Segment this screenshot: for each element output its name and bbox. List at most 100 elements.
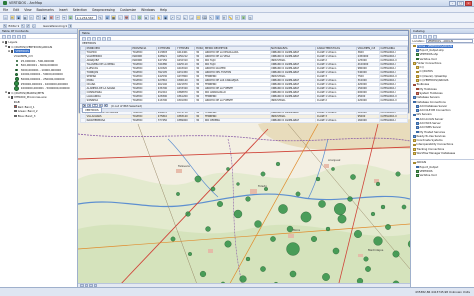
copy-icon[interactable]: ❐ [35, 15, 41, 20]
editor-toolbar-icon[interactable]: ✎ [98, 15, 103, 20]
catalog-up-icon[interactable] [423, 34, 427, 39]
menu-selection[interactable]: Selection [73, 8, 87, 12]
select-elements-icon[interactable]: ↖ [208, 15, 214, 20]
forward-extent-icon[interactable]: → [189, 15, 194, 20]
table-cell[interactable]: 4389000 [175, 117, 196, 123]
map-scale-input[interactable]: 1:1.234.567 [74, 15, 97, 20]
vertido-point [325, 226, 331, 232]
vertices-icon[interactable]: ◇ [31, 23, 36, 28]
identify-icon[interactable]: i [215, 15, 220, 20]
column-header[interactable]: HUSO [194, 45, 205, 51]
menu-insert[interactable]: Insert [59, 8, 68, 12]
sketch-icon[interactable]: ✐ [26, 23, 31, 28]
table-row[interactable]: NAVAHERMOSA TOLEDO 377450 4389000 30 RIO CEDE… [79, 117, 409, 123]
georeferencing-dropdown[interactable]: Georeferencing ▾ [43, 24, 67, 28]
redo-icon[interactable]: ↷ [61, 15, 67, 20]
table-cell[interactable]: RIO CEDENA [203, 117, 271, 123]
delete-selected-icon[interactable] [107, 36, 111, 41]
list-by-source-icon[interactable] [7, 34, 11, 39]
go-to-xy-icon[interactable]: ⌖ [241, 15, 246, 20]
list-by-visibility-icon[interactable] [12, 34, 16, 39]
minimize-button[interactable]: – [449, 1, 456, 6]
catalog-item-label: My Hosted Services [419, 130, 446, 134]
catalog-item-label: Export_Output.shp [419, 48, 444, 52]
table-cell[interactable]: NAVAHERMOSA [85, 117, 132, 123]
table-of-contents-icon[interactable]: ≡ [104, 15, 110, 20]
fixed-zoom-in-icon[interactable]: ⤢ [169, 15, 175, 20]
catalog-back-icon[interactable] [413, 34, 417, 39]
full-extent-icon[interactable]: ◉ [163, 15, 168, 20]
open-folder-icon[interactable]: ▭ [9, 15, 15, 20]
list-by-selection-icon[interactable] [17, 34, 21, 39]
delete-icon[interactable]: ✕ [48, 15, 54, 20]
clear-table-selection-icon[interactable] [102, 36, 106, 41]
editor-menu-icon[interactable]: ✎ [3, 23, 7, 28]
menu-view[interactable]: View [24, 8, 31, 12]
list-by-drawing-order-icon[interactable] [2, 34, 6, 39]
catalog-icon[interactable]: ▦ [111, 15, 116, 20]
search-icon[interactable]: ⌕ [117, 15, 123, 20]
layer-visibility-checkbox[interactable]: ✓ [4, 41, 8, 44]
catalog-item[interactable]: Vertidos.mxd [411, 174, 474, 178]
vertido-point [334, 203, 346, 215]
layer-visibility-checkbox[interactable]: ✓ [10, 96, 14, 99]
toc-layer-label: RGB [13, 100, 20, 105]
fixed-zoom-out-icon[interactable]: ⤡ [176, 15, 181, 20]
zoom-in-icon[interactable]: ⊕ [143, 15, 149, 20]
arctoolbox-icon[interactable]: ⚒ [124, 15, 129, 20]
find-icon[interactable]: ⚲ [221, 15, 227, 20]
catalog-home-icon[interactable] [418, 34, 422, 39]
undo-icon[interactable]: ↶ [55, 15, 60, 20]
pan-icon[interactable]: ✋ [156, 15, 162, 20]
table-cell[interactable]: 160000 [356, 117, 380, 123]
layer-dropdown-icon[interactable]: ▾ [68, 23, 73, 28]
back-extent-icon[interactable]: ← [182, 15, 188, 20]
table-cell[interactable]: TOLEDO [130, 117, 158, 123]
catalog-item-label: Folder Connections [416, 61, 442, 65]
zoom-out-icon[interactable]: ⊖ [150, 15, 155, 20]
editor-dropdown[interactable]: Editor ▾ [9, 24, 20, 28]
edit-tool-icon[interactable]: ↖ [20, 23, 25, 28]
clear-selection-icon[interactable]: ⌫ [202, 15, 207, 20]
table-tab-vertidos[interactable]: VERTIDOS [82, 107, 102, 114]
connect-folder-icon[interactable] [428, 34, 432, 39]
hyperlink-icon[interactable]: ⚡ [234, 15, 240, 20]
save-icon[interactable]: ▪ [16, 15, 21, 20]
catalog-views-icon[interactable] [433, 34, 437, 39]
paste-icon[interactable]: ▣ [42, 15, 47, 20]
switch-selection-icon[interactable] [97, 36, 101, 41]
menu-file[interactable]: File [3, 8, 8, 12]
select-features-icon[interactable]: ⬚ [195, 15, 201, 20]
measure-icon[interactable]: 📏 [228, 15, 233, 20]
layer-visibility-checkbox[interactable]: ✓ [10, 50, 14, 53]
close-button[interactable]: × [465, 1, 472, 6]
location-input[interactable]: VERTIDOS - ARCGIS [425, 39, 473, 43]
menu-edit[interactable]: Edit [13, 8, 19, 12]
menu-help[interactable]: Help [160, 8, 167, 12]
toc-layer-row[interactable]: 1000000,000001 - 5000000,000000 [2, 85, 75, 91]
model-builder-icon[interactable]: ◇ [137, 15, 142, 20]
table-cell[interactable]: 30 [194, 117, 205, 123]
print-icon[interactable]: ▤ [22, 15, 28, 20]
python-icon[interactable]: › [130, 15, 136, 20]
table-cell[interactable]: CATEGORIA I [378, 117, 409, 123]
menu-bookmarks[interactable]: Bookmarks [37, 8, 54, 12]
table-cell[interactable]: CLASE 1 Urbano [315, 117, 358, 123]
new-document-icon[interactable]: ▫ [3, 15, 8, 20]
cut-icon[interactable]: ✂ [29, 15, 34, 20]
table-cell[interactable]: URBANO O ASIMILABLE [269, 117, 317, 123]
time-slider-icon[interactable]: ◷ [247, 15, 253, 20]
layer-visibility-checkbox[interactable]: ✓ [7, 91, 11, 95]
vertido-point [226, 167, 230, 171]
layer-visibility-checkbox[interactable]: ✓ [7, 45, 11, 49]
table-cell[interactable]: 377450 [156, 117, 177, 123]
maximize-button[interactable]: □ [457, 1, 464, 6]
add-data-icon[interactable]: + [68, 15, 73, 20]
toc-options-icon[interactable] [22, 34, 26, 39]
vertido-point [217, 201, 223, 207]
menu-windows[interactable]: Windows [141, 8, 155, 12]
menu-geoprocessing[interactable]: Geoprocessing [92, 8, 115, 12]
toc-layer-row[interactable]: Blue: Band_3 [2, 114, 75, 119]
menu-customize[interactable]: Customize [120, 8, 136, 12]
vertido-point [395, 171, 401, 177]
